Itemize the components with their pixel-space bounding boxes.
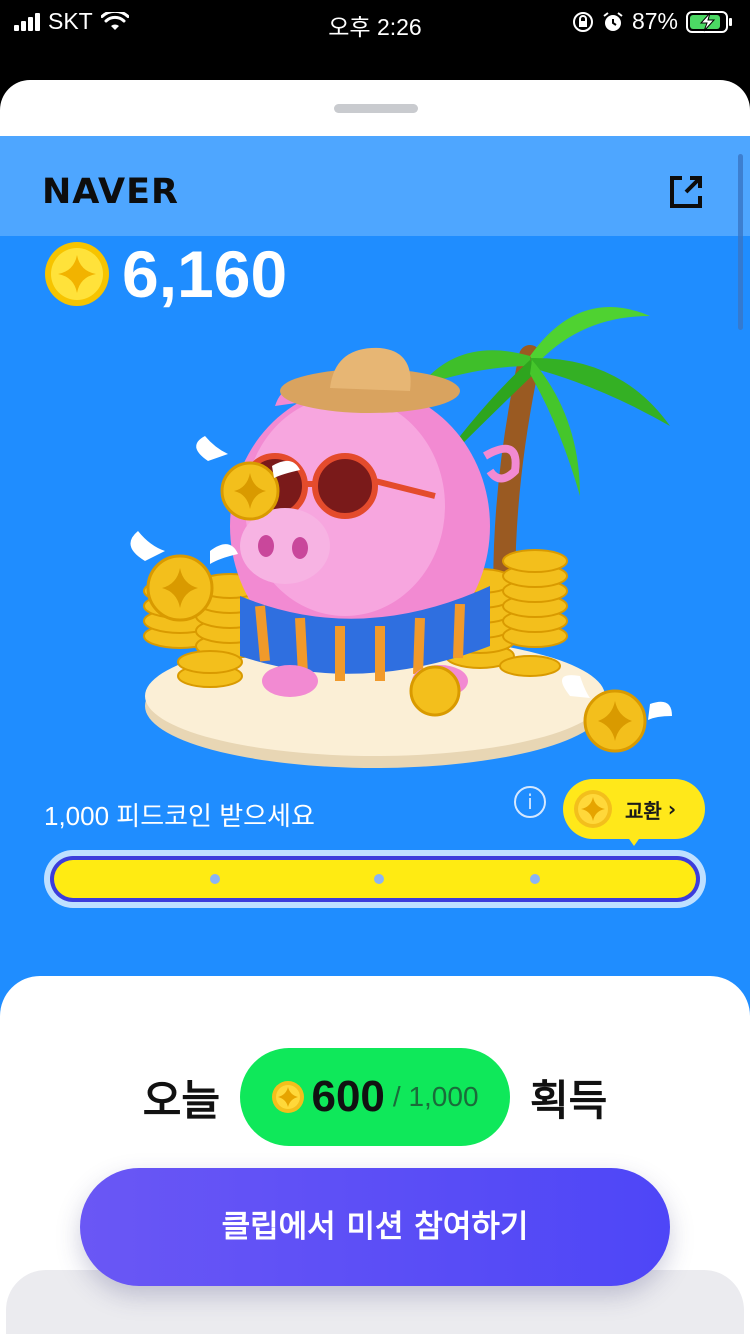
coin-icon <box>574 790 612 828</box>
progress-tick <box>374 874 384 884</box>
today-label: 오늘 <box>142 1075 220 1125</box>
status-right: 87% <box>572 8 734 35</box>
orientation-lock-icon <box>572 11 593 32</box>
today-max-amount: / 1,000 <box>392 1081 479 1112</box>
coin-goal-text: 1,000 피드코인 받으세요 <box>44 801 315 831</box>
join-mission-button[interactable]: 클립에서 미션 참여하기 <box>80 1168 670 1286</box>
coin-icon <box>272 1081 305 1113</box>
earned-label: 획득 <box>530 1075 608 1125</box>
today-earnings: 오늘 600 / 1,000 획득 <box>0 1048 750 1146</box>
bottom-sheet: NAVER 6,160 1,000 피드코인 받으세요 i 교환 › 오늘 60… <box>0 80 750 1334</box>
battery-percent: 87% <box>631 8 678 34</box>
info-icon[interactable]: i <box>514 786 546 818</box>
brand-bar: NAVER <box>0 136 750 236</box>
progress-fill <box>54 860 696 898</box>
chevron-right-icon: › <box>667 797 677 821</box>
alarm-icon <box>603 11 623 31</box>
exchange-tooltip-pointer <box>627 836 641 846</box>
today-earned-amount: 600 <box>311 1072 385 1121</box>
coin-progress-bar <box>44 850 706 908</box>
sheet-grabber-handle[interactable] <box>334 104 418 113</box>
scrollbar[interactable] <box>738 154 743 330</box>
exchange-label: 교환 <box>625 798 662 823</box>
battery-charging-icon <box>686 10 732 33</box>
status-bar: SKT 오후 2:26 87% <box>0 0 750 44</box>
naver-logo: NAVER <box>42 172 179 212</box>
exchange-button[interactable]: 교환 › <box>563 779 705 839</box>
progress-tick <box>210 874 220 884</box>
piggy-bank-illustration <box>130 307 672 768</box>
share-external-icon[interactable] <box>666 172 706 212</box>
today-earned-pill: 600 / 1,000 <box>240 1048 510 1146</box>
progress-tick <box>530 874 540 884</box>
progress-track <box>50 856 700 902</box>
